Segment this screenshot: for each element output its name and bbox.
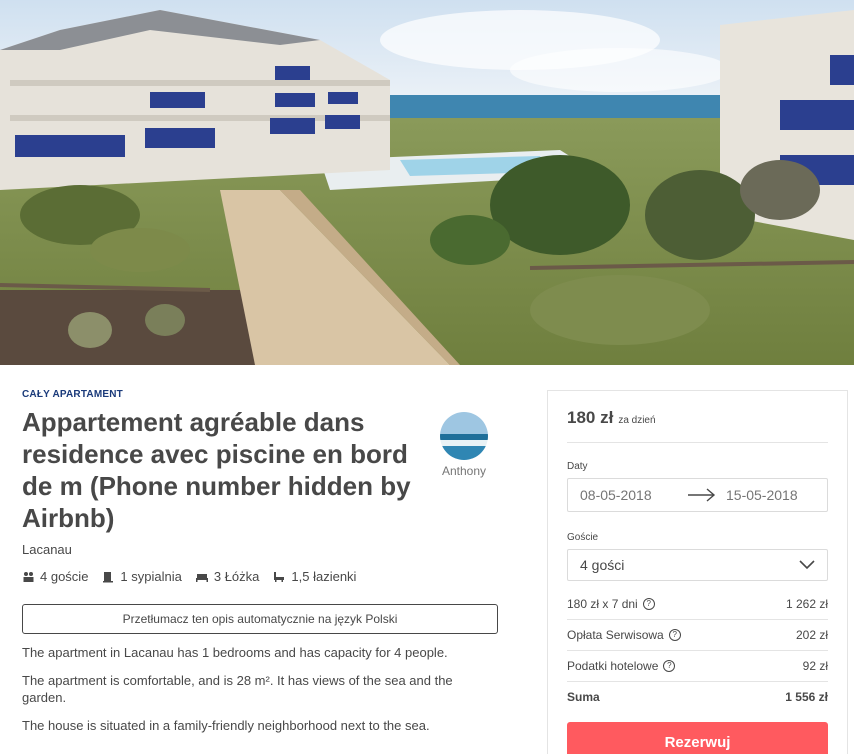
check-out-input[interactable]: 15-05-2018 — [726, 487, 798, 503]
amenity-bathrooms-label: 1,5 łazienki — [291, 569, 357, 584]
total-row: Suma 1 556 zł — [567, 682, 828, 712]
nightly-price: 180 zł za dzień — [567, 408, 828, 443]
price-amount: 180 zł — [567, 408, 614, 427]
host-profile[interactable]: Anthony — [440, 412, 488, 478]
bedroom-icon — [103, 571, 114, 582]
breakdown-value: 92 zł — [802, 659, 828, 673]
guests-icon — [23, 571, 34, 582]
amenity-bathrooms: 1,5 łazienki — [273, 569, 356, 584]
total-value: 1 556 zł — [785, 690, 828, 704]
amenity-beds: 3 Łóżka — [195, 569, 260, 584]
breakdown-label: Opłata Serwisowa — [567, 628, 664, 642]
breakdown-label: Podatki hotelowe — [567, 659, 659, 673]
breakdown-label: 180 zł x 7 dni — [567, 597, 638, 611]
listing-title: Appartement agréable dans residence avec… — [22, 407, 411, 533]
service-fee-row: Opłata Serwisowa ? 202 zł — [567, 620, 828, 651]
dates-picker: 08-05-2018 15-05-2018 — [567, 478, 828, 512]
check-in-input[interactable]: 08-05-2018 — [580, 487, 686, 503]
amenity-guests: 4 goście — [22, 569, 88, 584]
breakdown-value: 202 zł — [795, 628, 828, 642]
booking-panel: 180 zł za dzień Daty 08-05-2018 15-05-20… — [547, 390, 848, 754]
bed-icon — [195, 573, 208, 582]
guests-label: Goście — [567, 532, 599, 543]
listing-location[interactable]: Lacanau — [22, 542, 522, 557]
hotel-tax-row: Podatki hotelowe ? 92 zł — [567, 651, 828, 682]
translate-description-button[interactable]: Przetłumacz ten opis automatycznie na ję… — [22, 604, 498, 634]
host-avatar[interactable] — [440, 412, 488, 460]
price-breakdown-row: 180 zł x 7 dni ? 1 262 zł — [567, 589, 828, 620]
help-icon[interactable]: ? — [642, 598, 655, 610]
description-paragraph: The house is situated in a family-friend… — [22, 718, 430, 733]
description-paragraph: The apartment in Lacanau has 1 bedrooms … — [22, 645, 448, 660]
listing-description: The apartment in Lacanau has 1 bedrooms … — [22, 644, 522, 734]
guests-select[interactable]: 4 gości — [567, 549, 828, 581]
amenity-beds-label: 3 Łóżka — [213, 569, 260, 584]
guests-select-value: 4 gości — [580, 557, 625, 573]
listing-type-label: CAŁY APARTAMENT — [22, 389, 123, 400]
amenity-guests-label: 4 goście — [40, 569, 89, 584]
bath-icon — [274, 571, 285, 582]
dates-label: Daty — [567, 461, 588, 472]
amenities-list: 4 goście 1 sypialnia 3 Łóżka 1,5 łazienk… — [22, 569, 522, 584]
host-name[interactable]: Anthony — [434, 464, 494, 478]
arrow-right-icon — [688, 488, 716, 502]
help-icon[interactable]: ? — [668, 629, 681, 641]
total-label: Suma — [567, 690, 600, 704]
help-icon[interactable]: ? — [663, 660, 676, 672]
listing-hero-photo[interactable] — [0, 0, 854, 365]
amenity-bedrooms: 1 sypialnia — [102, 569, 182, 584]
reserve-button[interactable]: Rezerwuj — [567, 722, 828, 754]
listing-details: CAŁY APARTAMENT Appartement agréable dan… — [22, 380, 522, 734]
breakdown-value: 1 262 zł — [785, 597, 828, 611]
price-unit: za dzień — [618, 415, 656, 426]
chevron-down-icon — [799, 560, 815, 570]
description-paragraph: The apartment is comfortable, and is 28 … — [22, 673, 453, 705]
amenity-bedrooms-label: 1 sypialnia — [120, 569, 182, 584]
